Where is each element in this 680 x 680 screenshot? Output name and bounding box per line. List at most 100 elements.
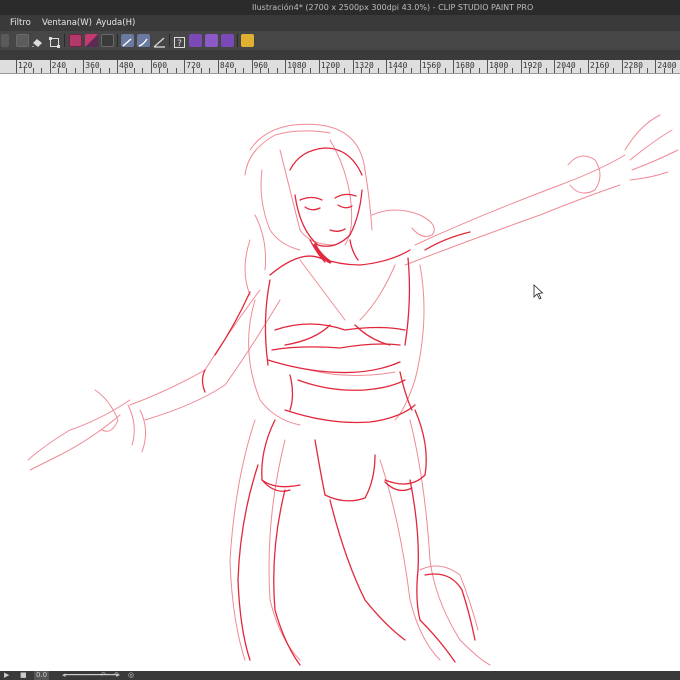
- ruler-minor-tick: [445, 68, 447, 73]
- ruler-minor-tick: [411, 68, 413, 73]
- material-icon[interactable]: [221, 34, 234, 47]
- ruler-minor-tick: [100, 68, 102, 73]
- stop-icon[interactable]: ■: [20, 671, 27, 680]
- help-icon[interactable]: ?: [173, 34, 186, 49]
- ruler-major-tick: [318, 60, 320, 73]
- window-title: Ilustración4* (2700 x 2500px 300dpi 43.0…: [252, 3, 534, 12]
- transform-icon[interactable]: [48, 34, 61, 48]
- ruler-minor-tick: [545, 68, 547, 73]
- ruler-major-tick: [554, 60, 556, 73]
- ruler-minor-tick: [672, 68, 674, 73]
- ruler-minor-tick: [268, 68, 270, 73]
- zoom-value[interactable]: 0.0: [34, 671, 50, 680]
- ruler-major-tick: [588, 60, 590, 73]
- ruler-minor-tick: [428, 68, 430, 73]
- ruler-minor-tick: [293, 68, 295, 73]
- color-swatch-icon[interactable]: [101, 34, 114, 47]
- ruler-minor-tick: [344, 68, 346, 73]
- ruler-minor-tick: [142, 68, 144, 73]
- ruler-minor-tick: [24, 68, 26, 73]
- ruler-icon[interactable]: [153, 34, 166, 48]
- ruler-minor-tick: [259, 68, 261, 73]
- title-bar: Ilustración4* (2700 x 2500px 300dpi 43.0…: [0, 0, 680, 15]
- fill-icon[interactable]: [31, 34, 44, 47]
- ruler-minor-tick: [32, 68, 34, 73]
- drawing-canvas[interactable]: [0, 74, 680, 671]
- ruler-minor-tick: [66, 68, 68, 73]
- ruler-minor-tick: [630, 68, 632, 73]
- ruler-minor-tick: [377, 68, 379, 73]
- ruler-minor-tick: [461, 68, 463, 73]
- ruler-major-tick: [621, 60, 623, 73]
- ruler-major-tick: [419, 60, 421, 73]
- ruler-minor-tick: [209, 68, 211, 73]
- ruler-minor-tick: [571, 68, 573, 73]
- command-bar: ?: [0, 31, 680, 51]
- navigator-icon[interactable]: ▶: [4, 671, 9, 680]
- ruler-minor-tick: [360, 68, 362, 73]
- ruler-minor-tick: [201, 68, 203, 73]
- ruler-minor-tick: [638, 68, 640, 73]
- ruler-major-tick: [16, 60, 17, 73]
- rotate-left-icon[interactable]: ↶: [100, 671, 106, 680]
- ruler-minor-tick: [369, 68, 371, 73]
- ruler-minor-tick: [175, 68, 177, 73]
- ruler-minor-tick: [512, 68, 514, 73]
- ruler-major-tick: [251, 60, 253, 73]
- menu-item-ventana[interactable]: Ventana(W): [42, 15, 92, 31]
- ruler-minor-tick: [243, 68, 245, 73]
- settings-icon[interactable]: [241, 34, 254, 47]
- ruler-minor-tick: [108, 68, 110, 73]
- color-swatch-icon[interactable]: [69, 34, 82, 47]
- ruler-minor-tick: [604, 68, 606, 73]
- ruler-major-tick: [655, 60, 657, 73]
- ruler-label: 1920: [522, 61, 543, 70]
- ruler-minor-tick: [470, 68, 472, 73]
- sketch-drawing: [27, 114, 679, 666]
- ruler-label: 1560: [421, 61, 442, 70]
- menu-item-ayuda[interactable]: Ayuda(H): [96, 15, 135, 31]
- copy-icon[interactable]: [16, 34, 29, 47]
- stabilizer-icon[interactable]: [137, 34, 150, 47]
- ruler-minor-tick: [537, 68, 539, 73]
- ruler-minor-tick: [91, 68, 93, 73]
- ruler-label: 1680: [455, 61, 475, 70]
- ruler-minor-tick: [125, 68, 127, 73]
- ruler-minor-tick: [394, 68, 396, 73]
- ruler-major-tick: [386, 60, 388, 73]
- ruler-minor-tick: [159, 68, 160, 73]
- ruler-minor-tick: [234, 68, 236, 73]
- menu-item-filtro[interactable]: Filtro: [10, 15, 31, 31]
- ruler-major-tick: [116, 60, 118, 73]
- rotate-right-icon[interactable]: ↷: [114, 671, 120, 680]
- ruler-minor-tick: [276, 68, 278, 73]
- ruler-minor-tick: [663, 68, 665, 73]
- ruler-minor-tick: [58, 68, 60, 73]
- ruler-minor-tick: [327, 68, 329, 73]
- ruler-minor-tick: [503, 68, 505, 73]
- folder-icon[interactable]: [205, 34, 218, 47]
- arrow-icon[interactable]: [1, 34, 9, 47]
- ruler-label: 2280: [623, 61, 643, 70]
- ruler-label: 2160: [590, 61, 610, 70]
- ruler-minor-tick: [646, 68, 648, 73]
- ruler-major-tick: [352, 60, 354, 73]
- ruler-minor-tick: [402, 68, 404, 73]
- stabilizer-icon[interactable]: [121, 34, 134, 47]
- ruler-minor-tick: [495, 68, 497, 73]
- reset-rotation-icon[interactable]: ◎: [128, 671, 134, 680]
- color-swatch-icon[interactable]: [85, 34, 98, 47]
- horizontal-ruler[interactable]: 120 240 360 480 600 720 840 960 1080 1200 1320 1440…: [0, 60, 680, 74]
- ruler-minor-tick: [562, 68, 564, 73]
- ruler-major-tick: [487, 60, 489, 73]
- ruler-label: 2040: [556, 61, 576, 70]
- ruler-minor-tick: [579, 68, 581, 73]
- layer-icon[interactable]: [189, 34, 202, 47]
- ruler-label: 1080: [287, 61, 307, 70]
- zoom-slider[interactable]: ◂━━━━━━━━━━━━▸: [62, 671, 120, 680]
- ruler-minor-tick: [74, 68, 76, 73]
- ruler-label: 2400: [657, 61, 677, 70]
- ruler-major-tick: [83, 60, 85, 73]
- ruler-minor-tick: [310, 68, 312, 73]
- ruler-minor-tick: [478, 68, 480, 73]
